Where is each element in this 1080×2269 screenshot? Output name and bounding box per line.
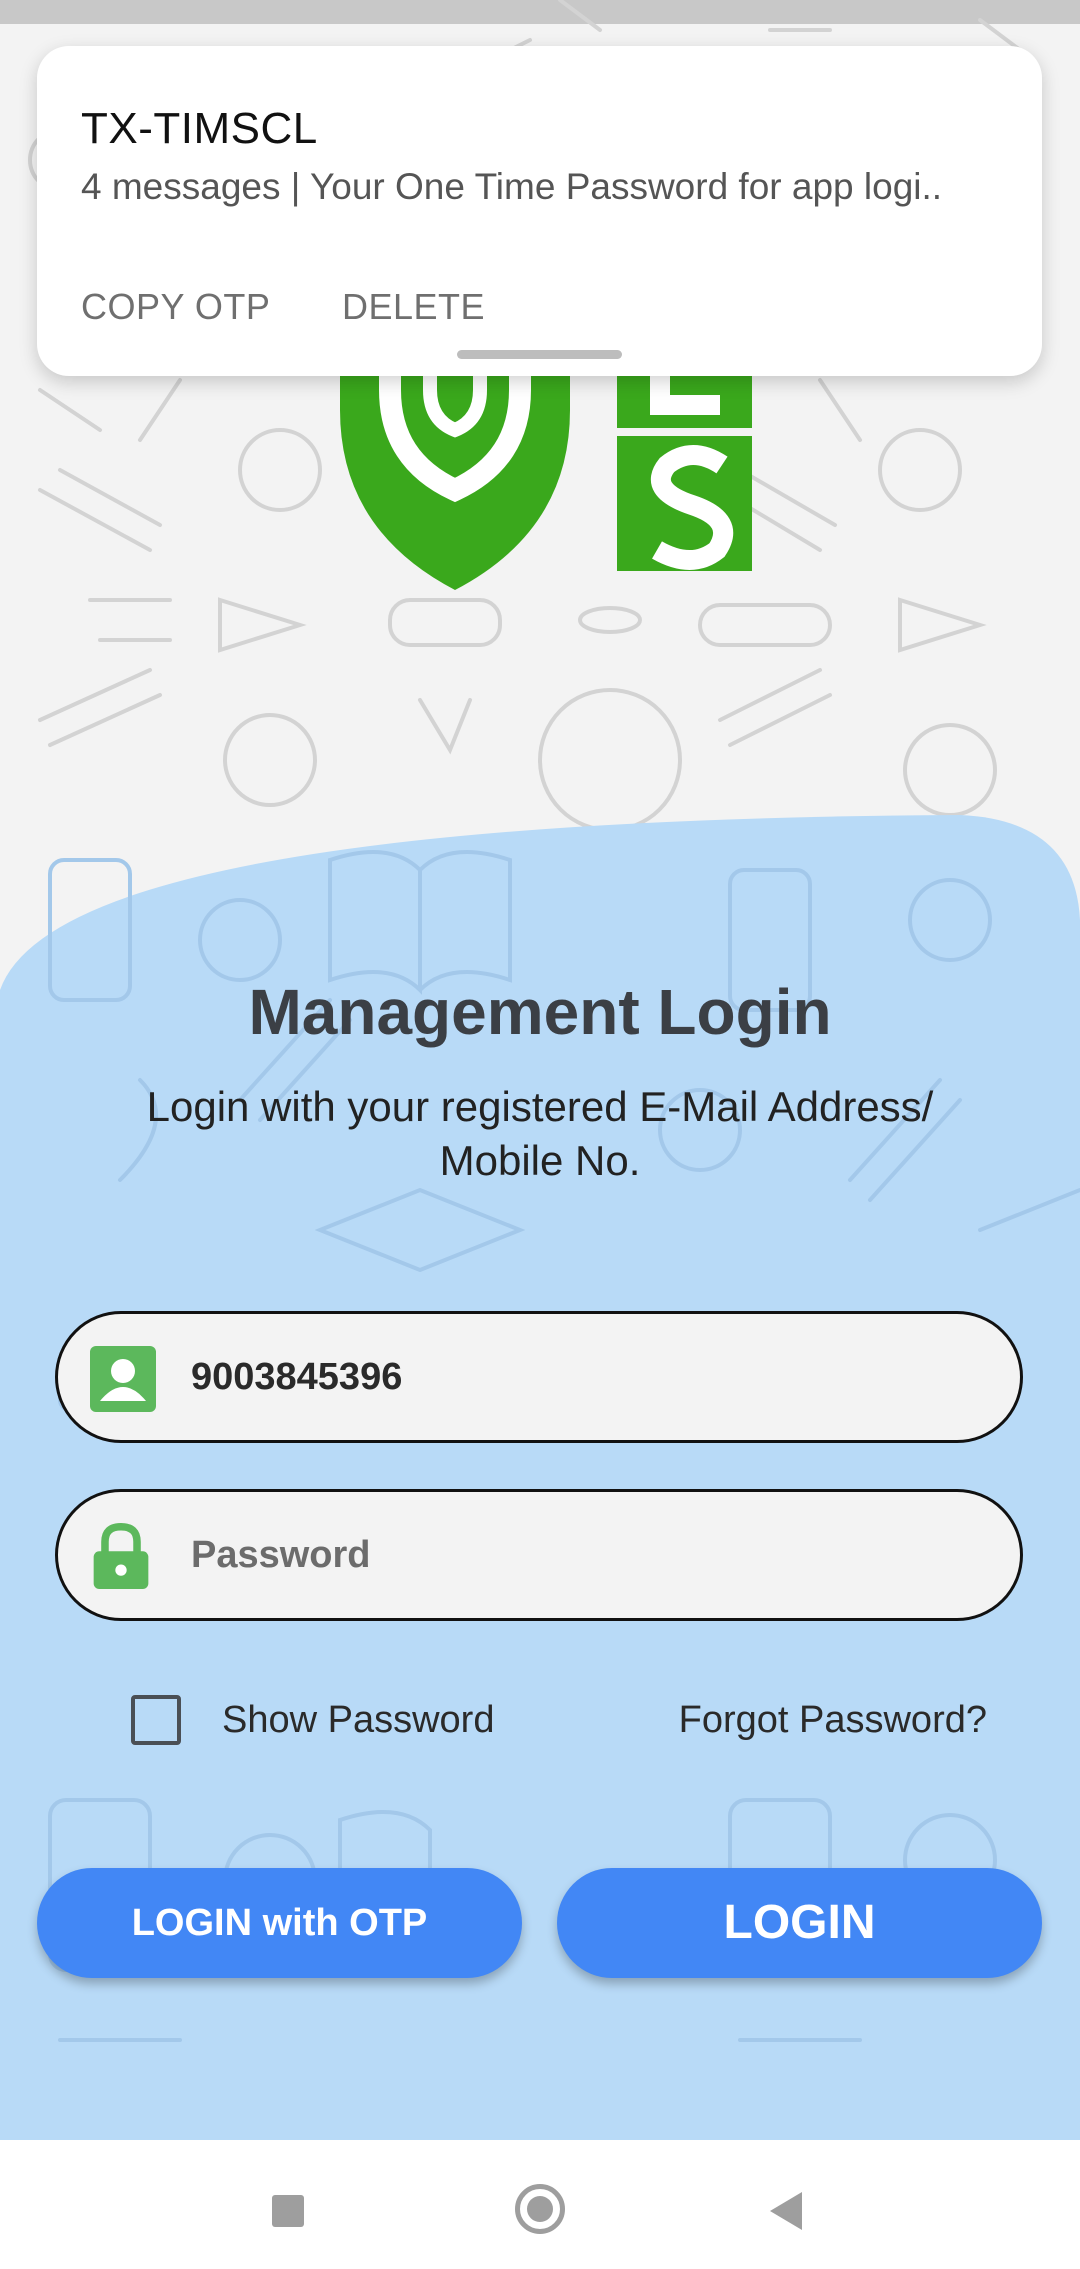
- copy-otp-button[interactable]: COPY OTP: [81, 286, 270, 328]
- notification-sender: TX-TIMSCL: [81, 104, 318, 153]
- forgot-password-link[interactable]: Forgot Password?: [679, 1695, 987, 1745]
- delete-button[interactable]: DELETE: [342, 286, 485, 328]
- page-subtitle: Login with your registered E-Mail Addres…: [146, 1083, 934, 1184]
- login-with-otp-button[interactable]: LOGIN with OTP: [37, 1868, 522, 1978]
- notification-body: 4 messages | Your One Time Password for …: [81, 166, 943, 207]
- password-placeholder: Password: [191, 1534, 371, 1576]
- show-password-checkbox[interactable]: [131, 1695, 181, 1745]
- sms-notification[interactable]: TX-TIMSCL 4 messages | Your One Time Pas…: [37, 46, 1042, 376]
- system-nav-bar: [0, 2140, 1080, 2269]
- username-field[interactable]: 9003845396: [55, 1311, 1023, 1443]
- notification-drag-handle[interactable]: [457, 350, 622, 359]
- square-icon[interactable]: [272, 2195, 304, 2227]
- password-field[interactable]: Password: [55, 1489, 1023, 1621]
- lock-icon: [93, 1522, 149, 1589]
- login-button[interactable]: LOGIN: [557, 1868, 1042, 1978]
- back-triangle-icon[interactable]: [770, 2192, 802, 2230]
- contact-card-icon: [90, 1346, 156, 1412]
- page-title: Management Login: [248, 976, 832, 1048]
- show-password-label[interactable]: Show Password: [222, 1695, 494, 1745]
- home-circle-icon[interactable]: [515, 2184, 565, 2234]
- username-value: 9003845396: [191, 1356, 403, 1398]
